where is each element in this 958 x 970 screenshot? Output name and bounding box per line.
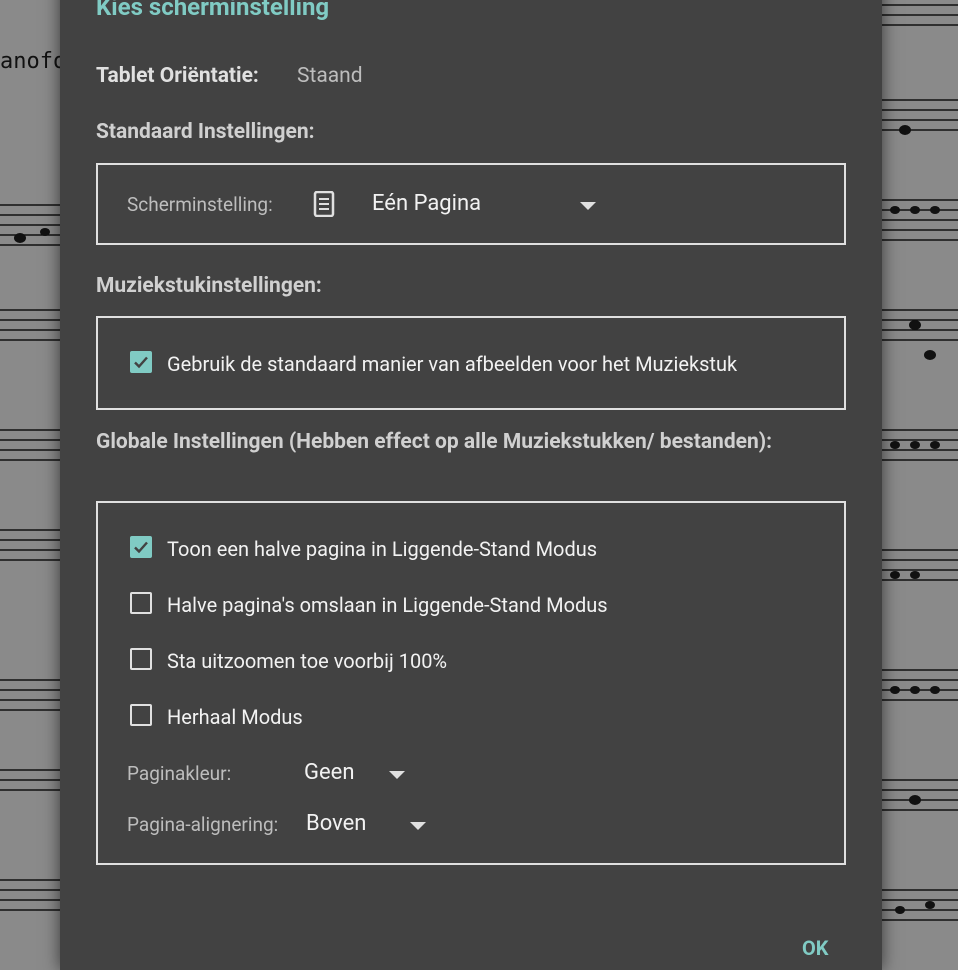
global-option-3[interactable]: Herhaal Modus: [128, 701, 808, 731]
global-option-1[interactable]: Halve pagina's omslaan in Liggende-Stand…: [128, 589, 808, 619]
page-align-label: Pagina-alignering:: [127, 813, 279, 836]
global-option-0[interactable]: Toon een halve pagina in Liggende-Stand …: [128, 533, 808, 563]
default-settings-box: Scherminstelling: Eén Pagina: [96, 163, 846, 245]
use-default-option[interactable]: Gebruik de standaard manier van afbeelde…: [128, 348, 808, 378]
screen-setting-label: Scherminstelling:: [127, 193, 273, 216]
global-option-label: Toon een halve pagina in Liggende-Stand …: [167, 537, 598, 561]
use-default-label: Gebruik de standaard manier van afbeelde…: [167, 352, 738, 376]
global-option-checkbox[interactable]: [130, 648, 152, 670]
chevron-down-icon: [410, 822, 426, 830]
chevron-down-icon: [580, 202, 596, 210]
section-global-settings: Globale Instellingen (Hebben effect op a…: [96, 430, 773, 454]
global-option-checkbox[interactable]: [130, 704, 152, 726]
orientation-value: Staand: [297, 64, 363, 88]
document-icon: [313, 190, 335, 221]
screen-setting-dialog: Kies scherminstelling Tablet Oriëntatie:…: [60, 0, 882, 970]
chevron-down-icon: [389, 771, 405, 779]
global-option-checkbox[interactable]: [130, 592, 152, 614]
screen-setting-value: Eén Pagina: [372, 191, 482, 216]
sheet-text: anofo: [0, 49, 66, 74]
piece-settings-box: Gebruik de standaard manier van afbeelde…: [96, 316, 846, 410]
global-option-label: Sta uitzoomen toe voorbij 100%: [167, 649, 448, 673]
use-default-checkbox[interactable]: [130, 351, 152, 373]
global-option-label: Herhaal Modus: [167, 705, 303, 729]
ok-button[interactable]: OK: [802, 936, 829, 960]
orientation-label: Tablet Oriëntatie:: [96, 64, 259, 88]
page-color-value: Geen: [304, 760, 355, 785]
page-color-dropdown[interactable]: Geen: [298, 749, 418, 795]
checkmark-icon: [134, 356, 148, 369]
dialog-title: Kies scherminstelling: [96, 0, 330, 21]
global-option-label: Halve pagina's omslaan in Liggende-Stand…: [167, 593, 608, 617]
global-option-checkbox[interactable]: [130, 536, 152, 558]
section-piece-settings: Muziekstukinstellingen:: [96, 274, 322, 298]
checkmark-icon: [134, 541, 148, 554]
global-settings-box: Toon een halve pagina in Liggende-Stand …: [96, 501, 846, 865]
screen-setting-dropdown[interactable]: Eén Pagina: [358, 177, 608, 227]
page-align-value: Boven: [306, 811, 367, 836]
page-color-label: Paginakleur:: [127, 762, 232, 785]
global-option-2[interactable]: Sta uitzoomen toe voorbij 100%: [128, 645, 808, 675]
section-default-settings: Standaard Instellingen:: [96, 120, 315, 144]
page-align-dropdown[interactable]: Boven: [300, 800, 440, 846]
